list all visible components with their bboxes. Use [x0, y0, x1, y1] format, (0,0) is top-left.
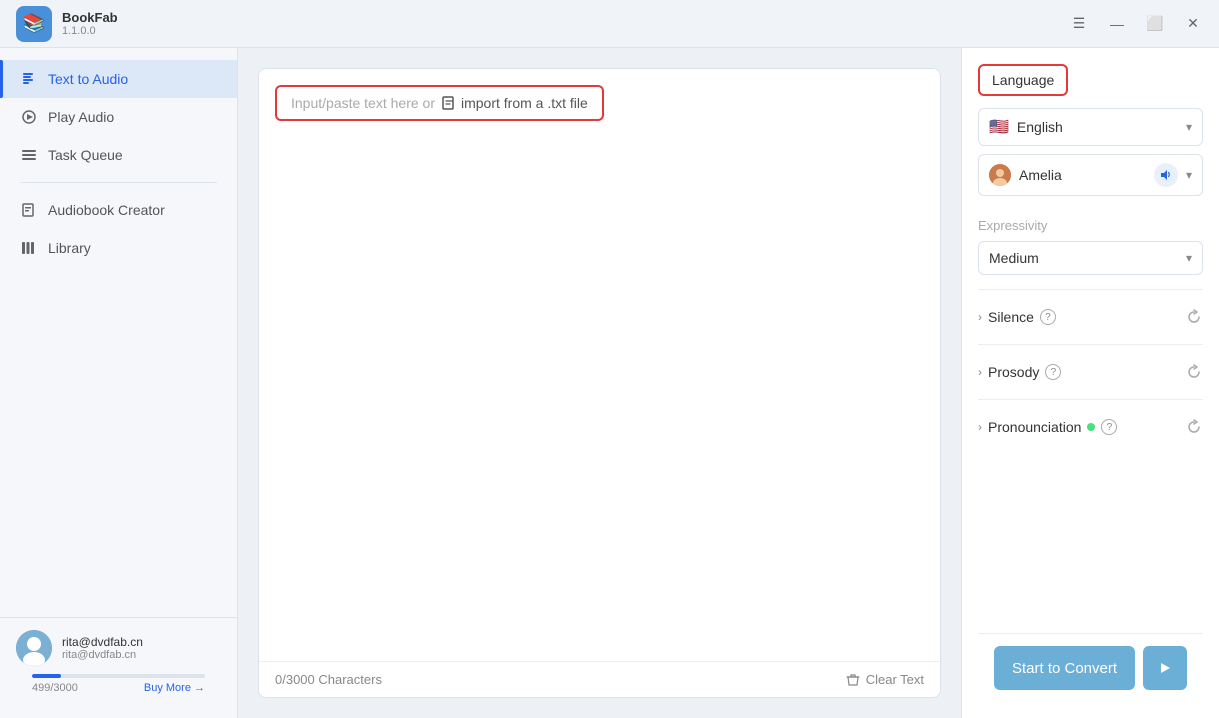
silence-help-icon[interactable]: ? [1040, 309, 1056, 325]
sidebar-label-audiobook-creator: Audiobook Creator [48, 202, 165, 218]
buy-more-link[interactable]: Buy More → [144, 682, 205, 694]
import-bar[interactable]: Input/paste text here or import from a .… [275, 85, 604, 121]
library-icon [20, 239, 38, 257]
titlebar: 📚 BookFab 1.1.0.0 ☰ — ⬜ ✕ [0, 0, 1219, 48]
sidebar-item-library[interactable]: Library [0, 229, 237, 267]
clear-text-button[interactable]: Clear Text [846, 672, 924, 687]
voice-select-row[interactable]: Amelia Brian Emma Joey ▾ [978, 154, 1203, 196]
user-details: rita@dvdfab.cn rita@dvdfab.cn [62, 635, 143, 661]
editor-body: Input/paste text here or import from a .… [259, 69, 940, 661]
play-button[interactable] [1143, 646, 1187, 690]
language-select[interactable]: English Spanish French German Chinese [1017, 119, 1178, 135]
editor-card: Input/paste text here or import from a .… [258, 68, 941, 698]
app-version: 1.1.0.0 [62, 25, 118, 37]
text-input[interactable] [275, 121, 924, 661]
prosody-reset-icon[interactable] [1185, 363, 1203, 381]
silence-chevron-icon: › [978, 310, 982, 324]
clear-text-label: Clear Text [866, 672, 924, 687]
voice-avatar [989, 164, 1011, 186]
sidebar-footer: rita@dvdfab.cn rita@dvdfab.cn 499/3000 B… [0, 617, 237, 706]
pronounciation-section[interactable]: › Pronounciation ? [978, 414, 1203, 440]
sidebar-label-task-queue: Task Queue [48, 147, 123, 163]
import-link[interactable]: import from a .txt file [441, 95, 588, 111]
usage-bar-track [32, 674, 205, 678]
app-name: BookFab [62, 10, 118, 25]
silence-label: Silence [988, 309, 1034, 325]
chevron-down-voice-icon: ▾ [1186, 168, 1192, 182]
sidebar: Text to Audio Play Audio Task Queue [0, 48, 238, 718]
user-email2: rita@dvdfab.cn [62, 649, 143, 661]
sidebar-nav: Text to Audio Play Audio Task Queue [0, 60, 237, 617]
content-area: Input/paste text here or import from a .… [238, 48, 961, 718]
sidebar-item-audiobook-creator[interactable]: Audiobook Creator [0, 191, 237, 229]
pronounciation-chevron-icon: › [978, 420, 982, 434]
main-layout: Text to Audio Play Audio Task Queue [0, 48, 1219, 718]
placeholder-text: Input/paste text here or [291, 95, 435, 111]
sidebar-item-task-queue[interactable]: Task Queue [0, 136, 237, 174]
spacer [978, 454, 1203, 619]
flag-icon: 🇺🇸 [989, 117, 1009, 137]
play-audio-icon [20, 108, 38, 126]
minimize-button[interactable]: — [1107, 14, 1127, 34]
user-info: rita@dvdfab.cn rita@dvdfab.cn [16, 630, 221, 666]
sidebar-divider [20, 182, 217, 183]
app-branding: 📚 BookFab 1.1.0.0 [16, 6, 118, 42]
char-count: 0/3000 Characters [275, 672, 382, 687]
sidebar-label-play-audio: Play Audio [48, 109, 114, 125]
divider-2 [978, 344, 1203, 345]
app-info: BookFab 1.1.0.0 [62, 10, 118, 37]
usage-bar-fill [32, 674, 61, 678]
start-convert-button[interactable]: Start to Convert [994, 646, 1135, 690]
usage-bar-container: 499/3000 Buy More → [16, 674, 221, 694]
prosody-help-icon[interactable]: ? [1045, 364, 1061, 380]
import-label: import from a .txt file [461, 95, 588, 111]
chevron-down-icon: ▾ [1186, 120, 1192, 134]
usage-labels: 499/3000 Buy More → [32, 682, 205, 694]
prosody-chevron-icon: › [978, 365, 982, 379]
speaker-button[interactable] [1154, 163, 1178, 187]
sidebar-label-text-to-audio: Text to Audio [48, 71, 128, 87]
silence-section[interactable]: › Silence ? [978, 304, 1203, 330]
close-button[interactable]: ✕ [1183, 14, 1203, 34]
usage-count: 499/3000 [32, 682, 78, 694]
language-select-row[interactable]: 🇺🇸 English Spanish French German Chinese… [978, 108, 1203, 146]
menu-icon[interactable]: ☰ [1069, 14, 1089, 34]
text-to-audio-icon [20, 70, 38, 88]
language-label: Language [978, 64, 1068, 96]
expressivity-select-row[interactable]: Low Medium High ▾ [978, 241, 1203, 275]
divider-3 [978, 399, 1203, 400]
user-email: rita@dvdfab.cn [62, 635, 143, 649]
editor-footer: 0/3000 Characters Clear Text [259, 661, 940, 697]
silence-reset-icon[interactable] [1185, 308, 1203, 326]
expressivity-select[interactable]: Low Medium High [989, 250, 1186, 266]
sidebar-item-play-audio[interactable]: Play Audio [0, 98, 237, 136]
expressivity-label: Expressivity [978, 218, 1203, 233]
divider-1 [978, 289, 1203, 290]
chevron-down-expressivity-icon: ▾ [1186, 251, 1192, 265]
prosody-left: › Prosody ? [978, 364, 1061, 380]
task-queue-icon [20, 146, 38, 164]
prosody-label: Prosody [988, 364, 1039, 380]
prosody-section[interactable]: › Prosody ? [978, 359, 1203, 385]
pronounciation-reset-icon[interactable] [1185, 418, 1203, 436]
silence-left: › Silence ? [978, 309, 1056, 325]
audiobook-creator-icon [20, 201, 38, 219]
pronounciation-help-icon[interactable]: ? [1101, 419, 1117, 435]
language-section: Language 🇺🇸 English Spanish French Germa… [978, 64, 1203, 204]
app-icon: 📚 [16, 6, 52, 42]
pronounciation-label: Pronounciation [988, 419, 1081, 435]
sidebar-label-library: Library [48, 240, 91, 256]
right-panel: Language 🇺🇸 English Spanish French Germa… [961, 48, 1219, 718]
avatar [16, 630, 52, 666]
pronounciation-left: › Pronounciation ? [978, 419, 1117, 435]
new-badge [1087, 423, 1095, 431]
convert-footer: Start to Convert [978, 633, 1203, 702]
expressivity-section: Expressivity Low Medium High ▾ [978, 218, 1203, 275]
sidebar-item-text-to-audio[interactable]: Text to Audio [0, 60, 237, 98]
window-controls: ☰ — ⬜ ✕ [1069, 14, 1203, 34]
maximize-button[interactable]: ⬜ [1145, 14, 1165, 34]
voice-select[interactable]: Amelia Brian Emma Joey [1019, 167, 1146, 183]
